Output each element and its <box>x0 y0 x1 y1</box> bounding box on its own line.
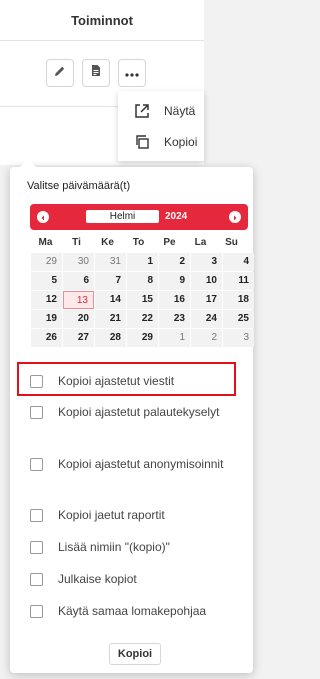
copy-button[interactable]: Kopioi <box>109 643 161 665</box>
option-label: Käytä samaa lomakepohjaa <box>58 604 207 618</box>
calendar-day[interactable]: 1 <box>127 253 158 271</box>
calendar-header: Helmi 2024 <box>30 204 248 230</box>
option-label: Lisää nimiin "(kopio)" <box>58 540 170 554</box>
calendar-day[interactable]: 7 <box>95 272 126 290</box>
calendar-day[interactable]: 13 <box>63 291 94 309</box>
calendar-day[interactable]: 25 <box>223 310 254 328</box>
calendar-day[interactable]: 2 <box>159 253 190 271</box>
calendar-day[interactable]: 12 <box>31 291 62 309</box>
weekday-label: Su <box>225 237 238 248</box>
option-label: Kopioi ajastetut viestit <box>58 374 175 388</box>
calendar-grid: 29 30 31 1 2 3 4 5 6 7 8 9 10 11 12 13 14 15 16 17 18 19 20 21 2… <box>31 253 254 347</box>
year-label[interactable]: 2024 <box>165 210 187 224</box>
calendar-day[interactable]: 26 <box>31 329 62 347</box>
calendar-day[interactable]: 19 <box>31 310 62 328</box>
document-button[interactable] <box>82 59 110 87</box>
calendar-day[interactable]: 9 <box>159 272 190 290</box>
option-label: Kopioi ajastetut palautekyselyt <box>58 405 220 419</box>
popup-arrow <box>20 159 36 167</box>
more-menu: Näytä Kopioi <box>118 91 204 161</box>
calendar-day[interactable]: 14 <box>95 291 126 309</box>
menu-item-nayta[interactable]: Näytä <box>118 98 204 124</box>
panel-title: Toiminnot <box>71 12 133 28</box>
calendar-day[interactable]: 1 <box>159 329 190 347</box>
calendar-day[interactable]: 29 <box>31 253 62 271</box>
menu-item-kopioi[interactable]: Kopioi <box>118 129 204 155</box>
calendar-day[interactable]: 8 <box>127 272 158 290</box>
copy-popup: Valitse päivämäärä(t) Helmi 2024 Ma Ti Ke T… <box>10 159 254 673</box>
weekday-label: Ke <box>101 237 114 248</box>
calendar-day[interactable]: 11 <box>223 272 254 290</box>
option-label: Julkaise kopiot <box>58 572 137 586</box>
edit-button[interactable] <box>46 59 74 87</box>
calendar-day[interactable]: 22 <box>127 310 158 328</box>
chevron-right-icon <box>232 208 238 226</box>
calendar-day[interactable]: 27 <box>63 329 94 347</box>
calendar-day[interactable]: 18 <box>223 291 254 309</box>
month-select[interactable]: Helmi <box>86 210 159 223</box>
weekday-label: La <box>194 237 207 248</box>
weekday-label: To <box>132 237 145 248</box>
calendar-day[interactable]: 17 <box>191 291 222 309</box>
chevron-left-icon <box>40 208 46 226</box>
weekday-label: Ma <box>38 237 53 248</box>
calendar-day[interactable]: 3 <box>191 253 222 271</box>
calendar-day[interactable]: 3 <box>223 329 254 347</box>
popup-title: Valitse päivämäärä(t) <box>27 180 131 192</box>
calendar-day[interactable]: 24 <box>191 310 222 328</box>
date-picker: Helmi 2024 Ma Ti Ke To Pe La Su 29 30 31 1 2 3 4 5 6 7 8… <box>30 204 254 350</box>
weekday-row: Ma Ti Ke To Pe La Su <box>30 234 248 252</box>
weekday-label: Pe <box>163 237 176 248</box>
calendar-day[interactable]: 23 <box>159 310 190 328</box>
document-icon <box>90 64 102 82</box>
next-month-button[interactable] <box>229 211 241 223</box>
option-label: Kopioi ajastetut anonymisoinnit <box>58 457 224 471</box>
pencil-icon <box>54 64 66 82</box>
weekday-label: Ti <box>72 237 81 248</box>
calendar-day[interactable]: 16 <box>159 291 190 309</box>
calendar-day[interactable]: 20 <box>63 310 94 328</box>
menu-item-label: Näytä <box>164 104 196 118</box>
calendar-day[interactable]: 4 <box>223 253 254 271</box>
calendar-day[interactable]: 30 <box>63 253 94 271</box>
prev-month-button[interactable] <box>37 211 49 223</box>
calendar-day[interactable]: 28 <box>95 329 126 347</box>
copy-icon <box>132 132 152 152</box>
calendar-day[interactable]: 2 <box>191 329 222 347</box>
more-icon <box>125 64 139 82</box>
calendar-day[interactable]: 10 <box>191 272 222 290</box>
calendar-day[interactable]: 21 <box>95 310 126 328</box>
calendar-day[interactable]: 31 <box>95 253 126 271</box>
option-label: Kopioi jaetut raportit <box>58 508 165 522</box>
more-button[interactable] <box>118 59 146 87</box>
calendar-day[interactable]: 5 <box>31 272 62 290</box>
divider <box>0 40 204 41</box>
calendar-day[interactable]: 15 <box>127 291 158 309</box>
external-link-icon <box>132 101 152 121</box>
calendar-day[interactable]: 6 <box>63 272 94 290</box>
menu-item-label: Kopioi <box>164 135 198 149</box>
calendar-day[interactable]: 29 <box>127 329 158 347</box>
